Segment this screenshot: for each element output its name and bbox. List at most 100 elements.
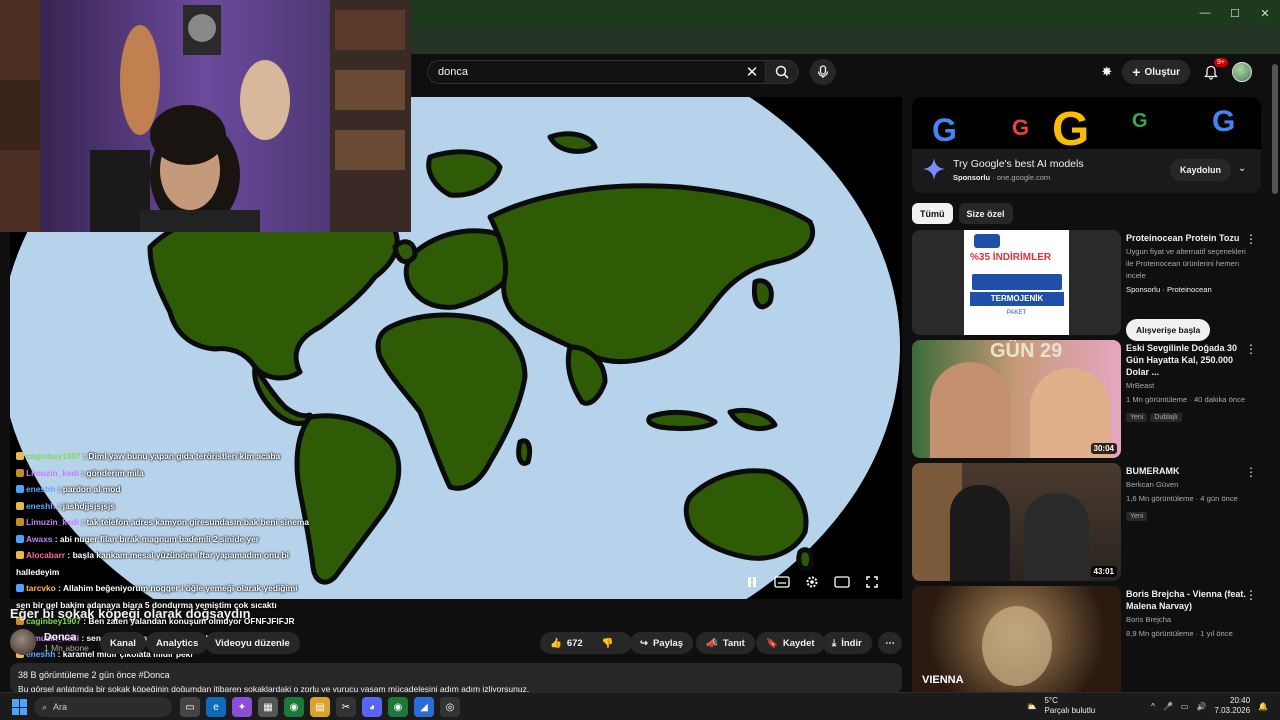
sponsored-ad-card[interactable]: G G G G G Try Google's best AI models Sp… [912,97,1261,193]
studio-icon[interactable]: ✸ [1101,64,1112,80]
search-input[interactable] [438,66,738,78]
channel-button[interactable]: Kanal [100,632,146,654]
chrome-icon[interactable]: ◉ [284,697,304,717]
rec-title[interactable]: Boris Brejcha - Vienna (feat. Malena Nar… [1126,588,1251,612]
minimize-icon[interactable]: — [1190,0,1220,26]
rec-channel[interactable]: Boris Brejcha [1126,614,1251,626]
megaphone-icon: 📣 [706,637,718,649]
page-scrollbar[interactable] [1270,54,1280,692]
chat-username[interactable]: eneshh [26,484,55,494]
edit-video-button[interactable]: Videoyu düzenle [205,632,300,654]
fullscreen-icon[interactable] [862,572,882,592]
create-button[interactable]: + Oluştur [1122,60,1190,84]
capcut-icon[interactable]: ✂ [336,697,356,717]
store-icon[interactable]: ▦ [258,697,278,717]
discord-icon[interactable]: ◕ [362,697,382,717]
network-icon[interactable]: ▭ [1181,702,1189,711]
weather-widget[interactable]: 5°C Parçalı bulutlu [1044,696,1095,716]
chevron-up-icon[interactable]: ^ [1151,702,1155,711]
rec-item-2[interactable]: 43:01 BUMERAMK Berkcan Güven 1,6 Mn görü… [912,463,1261,581]
svg-text:G: G [932,112,957,148]
volume-icon[interactable]: 🔊 [1196,702,1206,711]
chat-text: abi nuger filan bırak magnum bademli 2 s… [59,533,260,544]
windows-start-icon[interactable] [12,699,28,715]
analytics-button[interactable]: Analytics [146,632,209,654]
subtitles-icon[interactable] [772,572,792,592]
scroll-thumb[interactable] [1272,64,1278,194]
kebab-menu-icon[interactable]: ⋮ [1245,232,1257,246]
chat-username[interactable]: eneshh [26,501,55,511]
promote-button[interactable]: 📣 Tanıt [696,632,755,654]
like-icon[interactable]: 👍 [550,638,562,649]
file-explorer-icon[interactable]: ▤ [310,697,330,717]
chip-all[interactable]: Tümü [912,203,953,224]
photos-icon[interactable]: ◢ [414,697,434,717]
like-count[interactable]: 672 [567,638,583,649]
share-button[interactable]: ↪ Paylaş [630,632,694,654]
rec-channel[interactable]: MrBeast [1126,380,1251,392]
taskbar-search[interactable]: ⌕ Ara [34,697,172,717]
obs-icon[interactable]: ◎ [440,697,460,717]
clear-search-icon[interactable]: ✕ [742,62,762,82]
weather-icon[interactable]: ⛅ [1027,702,1037,711]
microphone-tray-icon[interactable]: 🎤 [1163,702,1173,711]
edge-icon[interactable]: e [206,697,226,717]
copilot-icon[interactable]: ✦ [232,697,252,717]
clock[interactable]: 20:40 7.03.2026 [1214,696,1250,716]
theater-mode-icon[interactable] [832,572,852,592]
chat-username[interactable]: Limuzin_kedi [26,468,79,478]
save-button[interactable]: 🔖 Kaydet [756,632,825,654]
chat-message: tarcvko : Allahim beğeniyorum nogger i ö… [16,580,436,597]
chat-text: Allahim beğeniyorum nogger i öğle yemeği… [62,583,298,593]
pause-icon[interactable] [742,572,762,592]
ad-signup-button[interactable]: Kaydolun [1170,159,1232,181]
dislike-icon[interactable]: 👎 [602,638,614,649]
chevron-down-icon[interactable]: ⌄ [1238,163,1246,174]
kebab-menu-icon[interactable]: ⋮ [1245,588,1257,602]
shop-now-button[interactable]: Alışverişe başla [1126,319,1211,341]
chat-username[interactable]: Limuzin_kedi [26,517,79,527]
chat-username[interactable]: Awaxs [26,534,52,544]
search-button[interactable] [765,60,799,84]
rec-title[interactable]: Eski Sevgilinle Doğada 30 Gün Hayatta Ka… [1126,342,1251,378]
notification-center-icon[interactable]: 🔔 [1258,702,1268,711]
chrome-profile-icon[interactable]: ◉ [388,697,408,717]
chat-username[interactable]: Alocabarr [26,550,65,560]
rec-title[interactable]: Proteinocean Protein Tozu [1126,232,1251,244]
settings-gear-icon[interactable] [802,572,822,592]
product-discount-text: %35 İNDİRİMLER [970,252,1052,263]
rec-item-1[interactable]: GÜN 29 30:04 Eski Sevgilinle Doğada 30 G… [912,340,1261,458]
rec-thumbnail[interactable]: 43:01 [912,463,1121,581]
rec-thumbnail[interactable]: VIENNA [912,586,1121,692]
chat-username[interactable]: caginbey1907 [26,451,81,461]
share-icon: ↪ [640,637,648,649]
voice-search-button[interactable] [810,59,836,85]
download-button[interactable]: ⤓ İndir [822,632,872,654]
clock-date: 7.03.2026 [1214,706,1251,715]
account-avatar[interactable] [1232,62,1252,82]
channel-name[interactable]: Donca [44,631,89,643]
chat-username[interactable]: tarcvko [26,583,56,593]
bookmark-icon: 🔖 [766,637,778,649]
chat-text: başla kankam mesai yüzünden iftar yapama… [72,550,289,560]
share-label: Paylaş [652,637,684,649]
rec-channel[interactable]: Berkcan Güven [1126,479,1251,491]
rec-item-ad[interactable]: %35 İNDİRİMLER TERMOJENİK PAKET Proteino… [912,230,1261,340]
task-view-icon[interactable]: ▭ [180,697,200,717]
kebab-menu-icon[interactable]: ⋮ [1245,342,1257,356]
rec-title[interactable]: BUMERAMK [1126,465,1251,477]
rec-thumbnail[interactable]: GÜN 29 30:04 [912,340,1121,458]
maximize-icon[interactable]: ☐ [1220,0,1250,26]
notifications-button[interactable]: 9+ [1200,58,1228,83]
channel-avatar[interactable] [10,629,36,655]
kebab-menu-icon[interactable]: ⋮ [1245,465,1257,479]
close-icon[interactable]: ✕ [1250,0,1280,26]
more-actions-button[interactable]: ⋯ [878,632,902,654]
rec-item-3[interactable]: VIENNA Boris Brejcha - Vienna (feat. Mal… [912,586,1261,692]
webcam-overlay [0,0,411,232]
rec-stats: 8,9 Mn görüntüleme · 1 yıl önce [1126,629,1233,638]
svg-text:G: G [1212,105,1235,138]
chip-for-you[interactable]: Size özel [958,203,1013,224]
rec-thumbnail[interactable]: %35 İNDİRİMLER TERMOJENİK PAKET [912,230,1121,335]
search-box[interactable] [427,60,765,84]
